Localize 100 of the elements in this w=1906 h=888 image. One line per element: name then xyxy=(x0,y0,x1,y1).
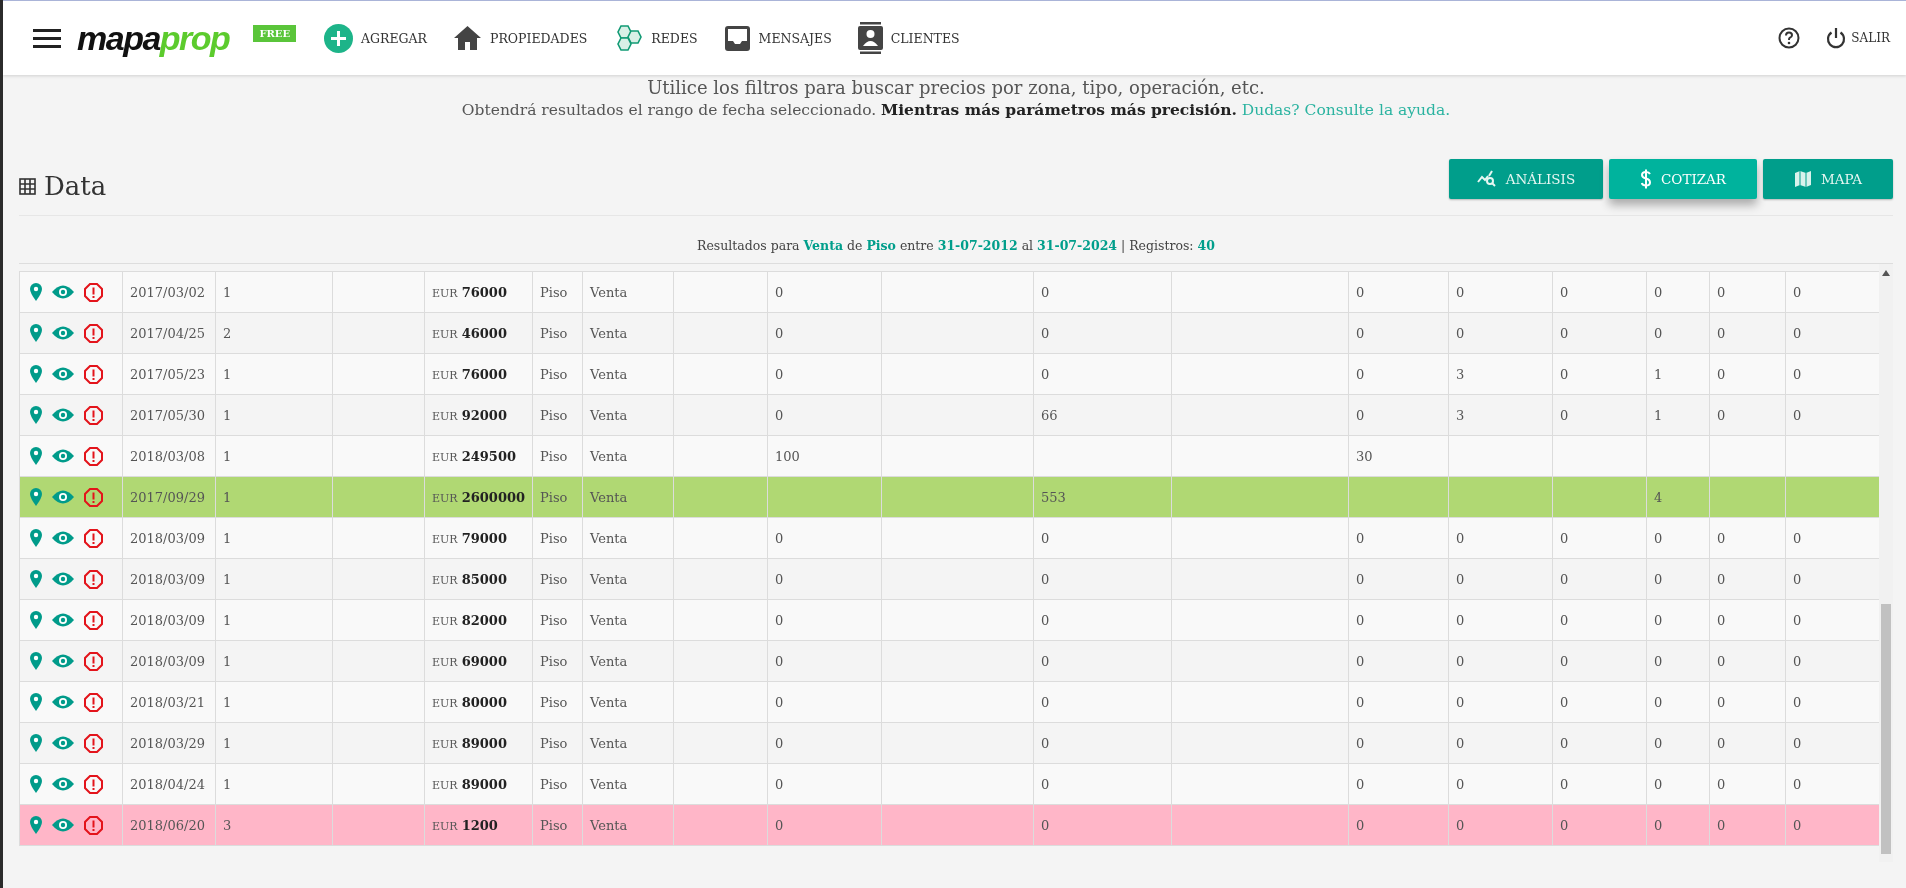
alert-icon[interactable] xyxy=(84,446,104,466)
table-cell: Venta xyxy=(582,640,674,682)
add-nav-item[interactable]: AGREGAR xyxy=(324,23,427,53)
table-row[interactable]: 2018/03/09 1 EUR 82000 Piso Venta 0 0 0 0 0 0 0 0 xyxy=(19,599,1879,641)
eye-icon[interactable] xyxy=(52,531,75,545)
table-cell: 0 xyxy=(1348,394,1449,436)
location-pin-icon[interactable] xyxy=(30,734,42,752)
eye-icon[interactable] xyxy=(52,490,75,504)
eye-icon[interactable] xyxy=(52,326,75,340)
help-icon[interactable] xyxy=(1778,27,1801,49)
eye-icon[interactable] xyxy=(52,613,75,627)
table-row[interactable]: 2018/03/09 1 EUR 79000 Piso Venta 0 0 0 0 0 0 0 0 xyxy=(19,517,1879,559)
alert-icon[interactable] xyxy=(84,282,104,302)
location-pin-icon[interactable] xyxy=(30,775,42,793)
table-cell: EUR 82000 xyxy=(424,599,533,641)
location-pin-icon[interactable] xyxy=(30,324,42,342)
home-icon xyxy=(453,25,482,51)
alert-icon[interactable] xyxy=(84,487,104,507)
table-cell: 100 xyxy=(767,435,882,477)
location-pin-icon[interactable] xyxy=(30,693,42,711)
alert-icon[interactable] xyxy=(84,405,104,425)
properties-nav-item[interactable]: PROPIEDADES xyxy=(453,25,588,51)
contact-card-icon xyxy=(857,22,883,54)
table-cell: 2017/09/29 xyxy=(122,476,216,518)
eye-icon[interactable] xyxy=(52,408,75,422)
table-row[interactable]: 2018/03/21 1 EUR 80000 Piso Venta 0 0 0 0 0 0 0 0 xyxy=(19,681,1879,723)
alert-icon[interactable] xyxy=(84,323,104,343)
eye-icon[interactable] xyxy=(52,695,75,709)
table-cell: Venta xyxy=(582,763,674,805)
table-cell: 0 xyxy=(1348,517,1449,559)
location-pin-icon[interactable] xyxy=(30,488,42,506)
table-row[interactable]: 2018/03/29 1 EUR 89000 Piso Venta 0 0 0 0 0 0 0 0 xyxy=(19,722,1879,764)
dollar-icon xyxy=(1640,169,1652,189)
location-pin-icon[interactable] xyxy=(30,447,42,465)
table-cell: Piso xyxy=(532,681,583,723)
eye-icon[interactable] xyxy=(52,818,75,832)
alert-icon[interactable] xyxy=(84,364,104,384)
scroll-up-icon[interactable] xyxy=(1882,270,1890,276)
table-cell: 2017/05/30 xyxy=(122,394,216,436)
table-cell: 0 xyxy=(1448,599,1553,641)
plus-icon xyxy=(324,23,354,53)
eye-icon[interactable] xyxy=(52,367,75,381)
table-cell: EUR 249500 xyxy=(424,435,533,477)
location-pin-icon[interactable] xyxy=(30,406,42,424)
table-cell: 0 xyxy=(1709,722,1786,764)
table-row[interactable]: 2017/05/23 1 EUR 76000 Piso Venta 0 0 0 3 0 1 0 0 xyxy=(19,353,1879,395)
alert-icon[interactable] xyxy=(84,733,104,753)
table-row[interactable]: 2017/03/02 1 EUR 76000 Piso Venta 0 0 0 0 0 0 0 0 xyxy=(19,271,1879,313)
table-cell: 0 xyxy=(1552,763,1647,805)
table-cell: 0 xyxy=(1552,722,1647,764)
table-row[interactable]: 2018/04/24 1 EUR 89000 Piso Venta 0 0 0 0 0 0 0 0 xyxy=(19,763,1879,805)
table-cell: 0 xyxy=(1646,312,1710,354)
table-cell: 0 xyxy=(1646,763,1710,805)
logo[interactable]: mapaprop xyxy=(77,21,230,55)
eye-icon[interactable] xyxy=(52,777,75,791)
table-cell: 1 xyxy=(215,763,333,805)
table-cell: 2018/03/09 xyxy=(122,640,216,682)
table-row[interactable]: 2018/03/09 1 EUR 69000 Piso Venta 0 0 0 0 0 0 0 0 xyxy=(19,640,1879,682)
location-pin-icon[interactable] xyxy=(30,365,42,383)
logout-button[interactable]: SALIR xyxy=(1826,27,1890,49)
alert-icon[interactable] xyxy=(84,774,104,794)
alert-icon[interactable] xyxy=(84,692,104,712)
menu-icon[interactable] xyxy=(33,27,61,49)
alert-icon[interactable] xyxy=(84,815,104,835)
table-row[interactable]: 2017/05/30 1 EUR 92000 Piso Venta 0 66 0 3 0 1 0 0 xyxy=(19,394,1879,436)
table-cell: 0 xyxy=(1552,558,1647,600)
eye-icon[interactable] xyxy=(52,285,75,299)
location-pin-icon[interactable] xyxy=(30,570,42,588)
table-cell: 2 xyxy=(215,312,333,354)
eye-icon[interactable] xyxy=(52,449,75,463)
table-row[interactable]: 2018/03/09 1 EUR 85000 Piso Venta 0 0 0 0 0 0 0 0 xyxy=(19,558,1879,600)
table-row[interactable]: 2017/04/25 2 EUR 46000 Piso Venta 0 0 0 0 0 0 0 0 xyxy=(19,312,1879,354)
table-cell: 2018/03/09 xyxy=(122,599,216,641)
table-row[interactable]: 2018/06/20 3 EUR 1200 Piso Venta 0 0 0 0 0 0 0 0 xyxy=(19,804,1879,846)
table-cell: 2018/06/20 xyxy=(122,804,216,846)
table-cell: 1 xyxy=(215,353,333,395)
table-cell: 0 xyxy=(1646,722,1710,764)
table-cell: 2018/03/29 xyxy=(122,722,216,764)
table-cell: 0 xyxy=(767,353,882,395)
alert-icon[interactable] xyxy=(84,610,104,630)
eye-icon[interactable] xyxy=(52,572,75,586)
location-pin-icon[interactable] xyxy=(30,283,42,301)
networks-nav-item[interactable]: REDES xyxy=(613,24,698,52)
eye-icon[interactable] xyxy=(52,654,75,668)
table-cell: EUR 1200 xyxy=(424,804,533,846)
location-pin-icon[interactable] xyxy=(30,816,42,834)
alert-icon[interactable] xyxy=(84,651,104,671)
alert-icon[interactable] xyxy=(84,528,104,548)
inbox-icon xyxy=(723,24,751,52)
scrollbar-thumb[interactable] xyxy=(1881,604,1891,854)
table-row[interactable]: 2018/03/08 1 EUR 249500 Piso Venta 100 30 xyxy=(19,435,1879,477)
alert-icon[interactable] xyxy=(84,569,104,589)
messages-nav-item[interactable]: MENSAJES xyxy=(723,24,832,52)
location-pin-icon[interactable] xyxy=(30,611,42,629)
table-cell: 1 xyxy=(215,394,333,436)
eye-icon[interactable] xyxy=(52,736,75,750)
clients-nav-item[interactable]: CLIENTES xyxy=(857,22,960,54)
location-pin-icon[interactable] xyxy=(30,652,42,670)
table-row[interactable]: 2017/09/29 1 EUR 2600000 Piso Venta 553 4 xyxy=(19,476,1879,518)
location-pin-icon[interactable] xyxy=(30,529,42,547)
